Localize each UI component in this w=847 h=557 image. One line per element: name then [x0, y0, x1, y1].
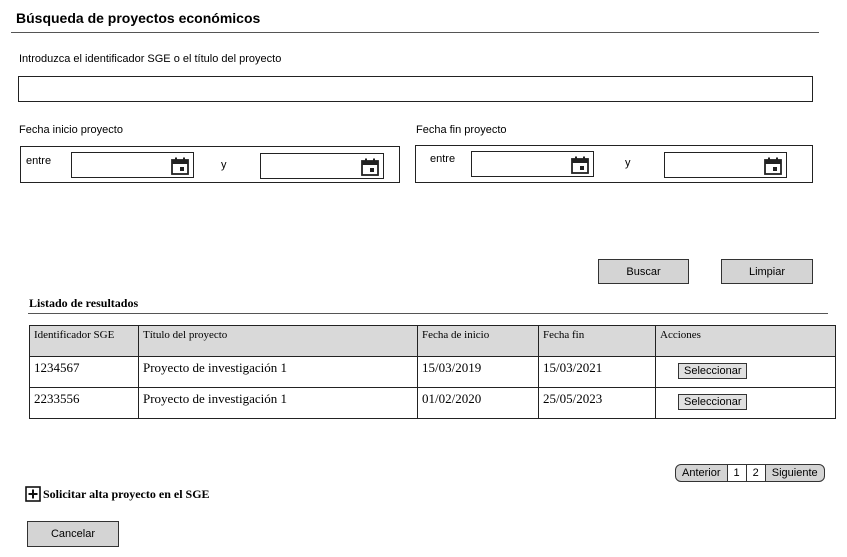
calendar-icon[interactable]	[171, 157, 189, 175]
start-date-from-input[interactable]	[71, 152, 194, 178]
pagination-page-1[interactable]: 1	[727, 465, 747, 481]
start-between-label: entre	[26, 155, 52, 167]
cell-start-date: 01/02/2020	[417, 387, 539, 419]
results-title: Listado de resultados	[29, 296, 139, 310]
request-project-label: Solicitar alta proyecto en el SGE	[43, 486, 210, 501]
end-date-from-input[interactable]	[471, 151, 594, 177]
plus-box-icon	[25, 486, 41, 502]
table-row: 1234567 Proyecto de investigación 1 15/0…	[29, 356, 836, 388]
calendar-icon[interactable]	[571, 156, 589, 174]
cell-actions: Seleccionar	[655, 356, 836, 388]
pagination-previous[interactable]: Anterior	[676, 465, 728, 481]
pagination: Anterior 1 2 Siguiente	[675, 464, 825, 482]
pagination-page-2[interactable]: 2	[746, 465, 766, 481]
column-header: Fecha fin	[538, 325, 656, 357]
cell-end-date: 25/05/2023	[538, 387, 656, 419]
cell-id: 1234567	[29, 356, 139, 388]
end-date-range: entre y	[415, 145, 813, 183]
search-input[interactable]	[18, 76, 813, 102]
start-date-range: entre y	[20, 146, 400, 183]
cell-end-date: 15/03/2021	[538, 356, 656, 388]
results-table: Identificador SGE Título del proyecto Fe…	[29, 325, 836, 419]
end-date-label: Fecha fin proyecto	[416, 124, 507, 136]
table-header-row: Identificador SGE Título del proyecto Fe…	[29, 325, 836, 357]
end-and-label: y	[625, 157, 631, 169]
calendar-icon[interactable]	[764, 157, 782, 175]
select-button[interactable]: Seleccionar	[678, 394, 748, 410]
column-header: Identificador SGE	[29, 325, 139, 357]
end-date-to-input[interactable]	[664, 152, 787, 178]
title-divider	[11, 32, 819, 33]
pagination-next[interactable]: Siguiente	[766, 465, 824, 481]
search-button[interactable]: Buscar	[598, 259, 689, 284]
page-title: Búsqueda de proyectos económicos	[16, 10, 261, 26]
end-between-label: entre	[430, 153, 456, 165]
cell-id: 2233556	[29, 387, 139, 419]
clear-button[interactable]: Limpiar	[721, 259, 813, 284]
column-header: Título del proyecto	[138, 325, 418, 357]
column-header: Fecha de inicio	[417, 325, 539, 357]
start-date-to-input[interactable]	[260, 153, 384, 179]
cell-actions: Seleccionar	[655, 387, 836, 419]
cell-start-date: 15/03/2019	[417, 356, 539, 388]
cell-title: Proyecto de investigación 1	[138, 387, 418, 419]
search-label: Introduzca el identificador SGE o el tít…	[19, 53, 282, 65]
column-header: Acciones	[655, 325, 836, 357]
results-divider	[28, 313, 828, 314]
calendar-icon[interactable]	[361, 158, 379, 176]
start-date-label: Fecha inicio proyecto	[19, 124, 123, 136]
table-row: 2233556 Proyecto de investigación 1 01/0…	[29, 387, 836, 419]
cell-title: Proyecto de investigación 1	[138, 356, 418, 388]
cancel-button[interactable]: Cancelar	[27, 521, 119, 547]
request-project-link[interactable]: Solicitar alta proyecto en el SGE	[25, 486, 210, 502]
select-button[interactable]: Seleccionar	[678, 363, 748, 379]
start-and-label: y	[221, 159, 227, 171]
